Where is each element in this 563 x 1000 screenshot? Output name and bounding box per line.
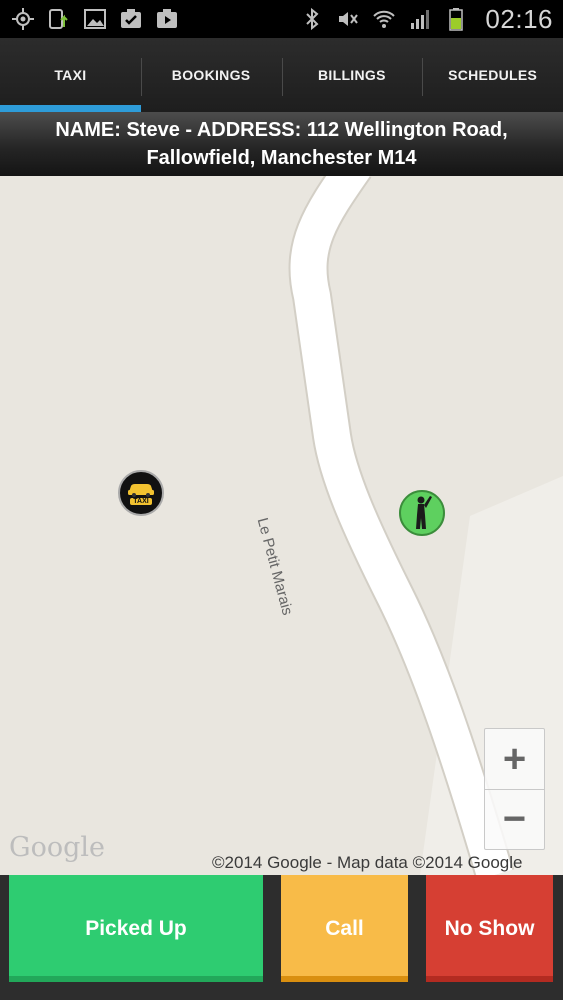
mute-icon: [335, 6, 361, 32]
banner-line-1: NAME: Steve - ADDRESS: 112 Wellington Ro…: [55, 119, 508, 141]
taxi-car-icon: [128, 484, 154, 497]
passenger-marker[interactable]: [399, 490, 445, 536]
tab-bookings[interactable]: BOOKINGS: [140, 38, 282, 112]
map-roads: [288, 176, 563, 875]
no-show-button[interactable]: No Show: [426, 875, 553, 982]
hailing-person-icon: [416, 496, 432, 529]
picked-up-button[interactable]: Picked Up: [9, 875, 263, 982]
google-logo: Google: [9, 832, 105, 863]
battery-icon: [443, 6, 469, 32]
call-button[interactable]: Call: [281, 875, 408, 982]
status-left-icons: [10, 6, 180, 32]
tab-bar: TAXI BOOKINGS BILLINGS SCHEDULES: [0, 38, 563, 112]
tab-schedules[interactable]: SCHEDULES: [422, 38, 563, 112]
play-store-icon: [154, 6, 180, 32]
zoom-in-button[interactable]: +: [485, 729, 544, 789]
tab-billings[interactable]: BILLINGS: [281, 38, 423, 112]
tab-taxi[interactable]: TAXI: [0, 38, 141, 112]
wifi-icon: [371, 6, 397, 32]
zoom-out-button[interactable]: −: [485, 789, 544, 849]
status-bar: 02:16: [0, 0, 563, 38]
action-bar: Picked Up Call No Show: [0, 875, 563, 1000]
image-icon: [82, 6, 108, 32]
status-right-icons: 02:16: [299, 4, 553, 35]
zoom-controls: + −: [484, 728, 545, 850]
bluetooth-icon: [299, 6, 325, 32]
check-icon: [118, 6, 144, 32]
map-copyright: ©2014 Google - Map data ©2014 Google: [212, 853, 523, 872]
taxi-marker[interactable]: TAXI: [118, 470, 164, 516]
map-view[interactable]: Le Petit Marais TAXI + − Google ©2014 Go…: [0, 176, 563, 875]
passenger-banner: NAME: Steve - ADDRESS: 112 Wellington Ro…: [0, 112, 563, 176]
gps-icon: [10, 6, 36, 32]
taxi-marker-label: TAXI: [130, 498, 152, 505]
signal-icon: [407, 6, 433, 32]
banner-line-2: Fallowfield, Manchester M14: [146, 147, 417, 169]
upload-icon: [46, 6, 72, 32]
status-clock: 02:16: [485, 3, 553, 34]
